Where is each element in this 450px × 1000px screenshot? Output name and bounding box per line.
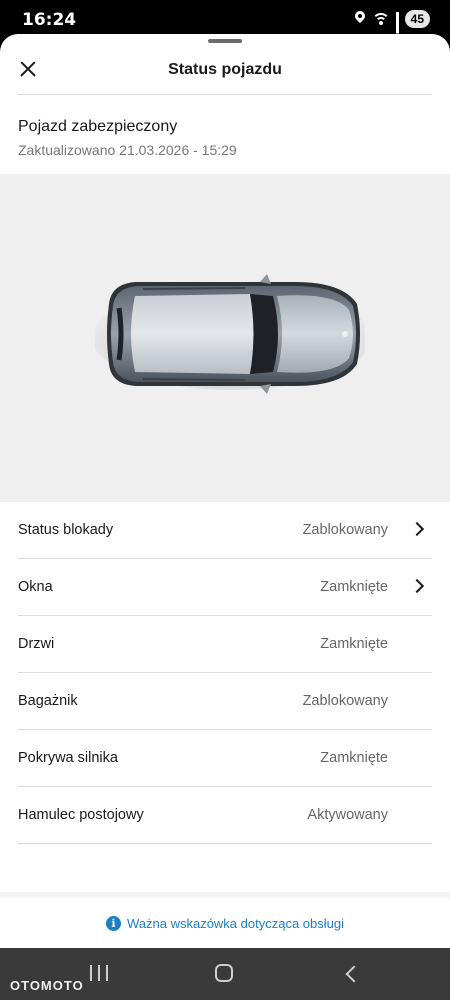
- system-icons: 45: [354, 10, 430, 46]
- status-row-trunk: Bagażnik Zablokowany: [18, 673, 432, 730]
- status-row-label: Drzwi: [18, 636, 55, 652]
- recents-icon[interactable]: [90, 965, 108, 981]
- operating-notice-link[interactable]: Ważna wskazówka dotycząca obsługi: [127, 916, 344, 931]
- location-icon: [354, 11, 366, 27]
- status-row-windows[interactable]: Okna Zamknięte: [18, 559, 432, 616]
- battery-badge: 45: [404, 10, 430, 28]
- home-icon[interactable]: [215, 964, 233, 982]
- chevron-right-icon[interactable]: [412, 578, 424, 594]
- header-divider: [18, 94, 432, 95]
- status-bar: 16:24 45: [0, 0, 450, 46]
- status-row-doors: Drzwi Zamknięte: [18, 616, 432, 673]
- footer-bar: i Ważna wskazówka dotycząca obsługi: [0, 892, 450, 948]
- status-row-label: Status blokady: [18, 522, 114, 538]
- status-row-lock[interactable]: Status blokady Zablokowany: [18, 502, 432, 559]
- wifi-icon: [371, 12, 390, 26]
- car-top-view-image: [95, 274, 365, 394]
- page-title: Status pojazdu: [168, 61, 282, 78]
- status-time: 16:24: [22, 10, 77, 30]
- back-icon[interactable]: [344, 966, 356, 980]
- status-row-label: Bagażnik: [18, 693, 78, 709]
- watermark-logo: OTOMOTO: [10, 978, 84, 993]
- status-row-value: Zamknięte: [320, 750, 388, 766]
- status-row-label: Okna: [18, 579, 53, 595]
- status-row-hood: Pokrywa silnika Zamknięte: [18, 730, 432, 787]
- status-row-value: Zablokowany: [302, 522, 388, 538]
- vehicle-status-sheet: Status pojazdu Pojazd zabezpieczony Zakt…: [0, 34, 450, 948]
- security-status-title: Pojazd zabezpieczony: [18, 118, 178, 135]
- status-row-value: Aktywowany: [307, 807, 388, 823]
- sheet-grabber[interactable]: [208, 39, 242, 43]
- sheet-header: Status pojazdu: [0, 48, 450, 96]
- status-row-label: Hamulec postojowy: [18, 807, 144, 823]
- status-row-value: Zablokowany: [302, 693, 388, 709]
- status-row-value: Zamknięte: [320, 579, 388, 595]
- status-row-label: Pokrywa silnika: [18, 750, 118, 766]
- security-summary: Pojazd zabezpieczony Zaktualizowano 21.0…: [18, 118, 237, 158]
- info-icon: i: [105, 915, 121, 931]
- status-list: Status blokady Zablokowany Okna Zamknięt…: [0, 502, 450, 844]
- chevron-right-icon[interactable]: [412, 521, 424, 537]
- status-row-parking-brake: Hamulec postojowy Aktywowany: [18, 787, 432, 844]
- signal-icon: [395, 12, 399, 46]
- last-updated-text: Zaktualizowano 21.03.2026 - 15:29: [18, 142, 237, 158]
- status-row-value: Zamknięte: [320, 636, 388, 652]
- vehicle-image-area: [0, 174, 450, 502]
